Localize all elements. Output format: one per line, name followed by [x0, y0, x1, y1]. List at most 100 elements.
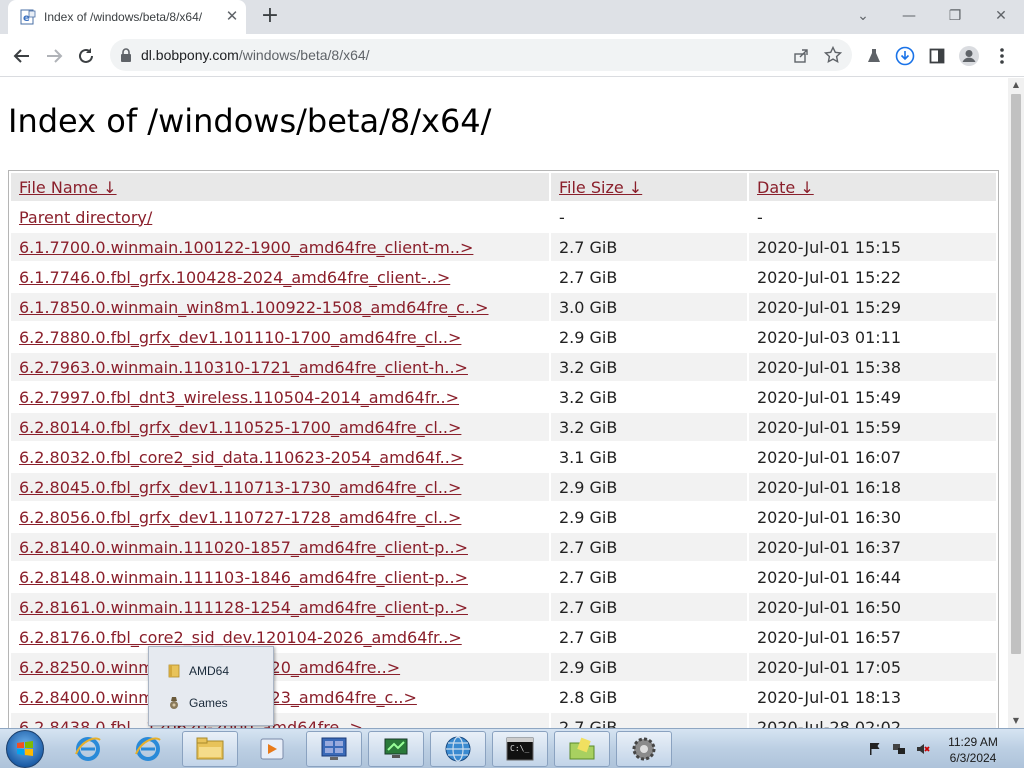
file-size-cell: 2.9 GiB [559, 327, 618, 347]
taskbar-media-player[interactable] [244, 731, 300, 767]
windows-taskbar: C:\_ 11:29 AM 6/3/2024 [0, 728, 1024, 768]
sort-by-date-link[interactable]: Date ↓ [757, 178, 814, 197]
file-name-cell: 6.2.8161.0.winmain.111128-1254_amd64fre_… [11, 593, 549, 621]
restore-button[interactable]: ❐ [943, 4, 967, 28]
network-icon[interactable] [892, 742, 906, 756]
arrow-left-icon [13, 49, 29, 63]
file-name-cell: 6.2.7880.0.fbl_grfx_dev1.101110-1700_amd… [11, 323, 549, 351]
file-name-cell: 6.2.8014.0.fbl_grfx_dev1.110525-1700_amd… [11, 413, 549, 441]
taskbar-network-globe[interactable] [430, 731, 486, 767]
lock-icon [121, 48, 131, 62]
back-button[interactable] [9, 43, 35, 69]
popup-item-amd64[interactable]: AMD64 [167, 661, 229, 681]
file-name-cell: Parent directory/ [11, 203, 549, 231]
tab-search-icon[interactable]: ⌄ [851, 4, 875, 28]
browser-toolbar: dl.bobpony.com/windows/beta/8/x64/ [0, 34, 1024, 77]
file-link[interactable]: 6.1.7746.0.fbl_grfx.100428-2024_amd64fre… [19, 268, 450, 287]
file-date-cell: 2020-Jul-01 15:38 [749, 353, 996, 381]
menu-kebab-icon[interactable] [989, 43, 1015, 69]
page-scrollbar[interactable]: ▲ ▼ [1008, 78, 1024, 728]
table-row: 6.2.8140.0.winmain.111020-1857_amd64fre_… [11, 533, 996, 561]
taskbar-settings-gear[interactable] [616, 731, 672, 767]
file-size-cell: 2.7 GiB [551, 533, 747, 561]
file-name-cell: 6.2.7997.0.fbl_dnt3_wireless.110504-2014… [11, 383, 549, 411]
tab-title: Index of /windows/beta/8/x64/ [44, 10, 203, 24]
start-button[interactable] [6, 730, 44, 768]
sort-by-size-link[interactable]: File Size ↓ [559, 178, 642, 197]
close-window-button[interactable]: ✕ [989, 4, 1013, 28]
system-clock[interactable]: 11:29 AM 6/3/2024 [942, 734, 1004, 766]
scrollbar-thumb[interactable] [1011, 94, 1021, 654]
file-link[interactable]: 6.2.8045.0.fbl_grfx_dev1.110713-1730_amd… [19, 478, 461, 497]
computer-management-icon [384, 738, 408, 758]
file-date-cell: 2020-Jul-01 15:29 [749, 293, 996, 321]
file-link[interactable]: 6.2.7880.0.fbl_grfx_dev1.101110-1700_amd… [19, 328, 461, 347]
file-link[interactable]: 6.2.7997.0.fbl_dnt3_wireless.110504-2014… [19, 388, 459, 407]
file-link[interactable]: 6.2.7963.0.winmain.110310-1721_amd64fre_… [19, 358, 468, 377]
file-size-cell: 2.7 GiB [559, 267, 618, 287]
file-size-cell: 2.9 GiB [559, 507, 618, 527]
volume-muted-icon[interactable] [916, 742, 930, 756]
file-size-cell: 2.7 GiB [551, 713, 747, 728]
file-date-cell: 2020-Jul-01 15:22 [757, 267, 902, 287]
url-text[interactable]: dl.bobpony.com/windows/beta/8/x64/ [141, 47, 370, 63]
taskbar-internet-explorer-setup[interactable] [120, 731, 176, 767]
reload-button[interactable] [73, 43, 99, 69]
address-bar[interactable]: dl.bobpony.com/windows/beta/8/x64/ [110, 39, 852, 71]
file-name-cell: 6.2.8140.0.winmain.111020-1857_amd64fre_… [11, 533, 549, 561]
file-link[interactable]: 6.2.8161.0.winmain.111128-1254_amd64fre_… [19, 598, 468, 617]
clock-date: 6/3/2024 [949, 751, 997, 765]
bookmark-star-icon[interactable] [823, 45, 843, 65]
taskbar-file-folder[interactable] [554, 731, 610, 767]
taskbar-file-explorer[interactable] [182, 731, 238, 767]
command-prompt-icon: C:\_ [506, 737, 534, 761]
popup-item-label: Games [189, 696, 228, 710]
taskbar-jump-popup: AMD64 Games [148, 646, 274, 726]
reload-icon [79, 48, 93, 63]
side-panel-icon[interactable] [924, 43, 950, 69]
forward-button[interactable] [41, 43, 67, 69]
profile-avatar-icon[interactable] [956, 43, 982, 69]
share-icon[interactable] [791, 45, 811, 65]
file-size-cell: 3.2 GiB [559, 387, 618, 407]
table-row: 6.2.8045.0.fbl_grfx_dev1.110713-1730_amd… [11, 473, 996, 501]
file-explorer-icon [196, 737, 224, 760]
tab-close-icon[interactable]: ✕ [224, 8, 240, 24]
folder-icon [168, 664, 180, 678]
file-link[interactable]: 6.2.8140.0.winmain.111020-1857_amd64fre_… [19, 538, 468, 557]
file-date-cell: 2020-Jul-01 16:37 [749, 533, 996, 561]
file-link[interactable]: 6.2.8148.0.winmain.111103-1846_amd64fre_… [19, 568, 468, 587]
scroll-up-icon[interactable]: ▲ [1008, 78, 1024, 92]
taskbar-command-prompt[interactable]: C:\_ [492, 731, 548, 767]
extension-flask-icon[interactable] [861, 43, 887, 69]
taskbar-control-panel[interactable] [306, 731, 362, 767]
file-size-cell: 2.7 GiB [551, 233, 747, 261]
file-link[interactable]: 6.2.8056.0.fbl_grfx_dev1.110727-1728_amd… [19, 508, 461, 527]
file-name-cell: 6.2.8148.0.winmain.111103-1846_amd64fre_… [11, 563, 549, 591]
file-listing-table: File Name ↓ File Size ↓ Date ↓ Parent di… [8, 170, 999, 728]
tab-active[interactable]: e Index of /windows/beta/8/x64/ ✕ [8, 0, 246, 34]
file-date-cell: 2020-Jul-03 01:11 [757, 327, 902, 347]
scroll-down-icon[interactable]: ▼ [1008, 714, 1024, 728]
popup-item-games[interactable]: Games [167, 693, 228, 713]
file-date-cell: 2020-Jul-01 16:18 [749, 473, 996, 501]
taskbar-internet-explorer[interactable] [60, 731, 116, 767]
minimize-button[interactable]: — [897, 4, 921, 28]
table-row: 6.2.8161.0.winmain.111128-1254_amd64fre_… [11, 593, 996, 621]
action-center-flag-icon[interactable] [868, 742, 882, 756]
taskbar-computer-management[interactable] [368, 731, 424, 767]
file-date-cell: 2020-Jul-01 16:50 [749, 593, 996, 621]
file-link[interactable]: 6.2.8032.0.fbl_core2_sid_data.110623-205… [19, 448, 463, 467]
download-icon[interactable] [892, 43, 918, 69]
file-link[interactable]: 6.2.8176.0.fbl_core2_sid_dev.120104-2026… [19, 628, 462, 647]
folder-icon [569, 737, 595, 760]
file-date-cell: 2020-Jul-01 16:44 [757, 567, 902, 587]
file-link[interactable]: 6.2.8014.0.fbl_grfx_dev1.110525-1700_amd… [19, 418, 461, 437]
file-link[interactable]: 6.1.7850.0.winmain_win8m1.100922-1508_am… [19, 298, 489, 317]
file-link[interactable]: 6.1.7700.0.winmain.100122-1900_amd64fre_… [19, 238, 473, 257]
file-name-cell: 6.2.8250.0.winmain.120217-1520_amd64fre.… [11, 653, 549, 681]
page-viewport: Index of /windows/beta/8/x64/ File Name … [0, 78, 1008, 728]
sort-by-name-link[interactable]: File Name ↓ [19, 178, 117, 197]
new-tab-button[interactable]: + [258, 4, 282, 28]
parent-directory-link[interactable]: Parent directory/ [19, 208, 152, 227]
